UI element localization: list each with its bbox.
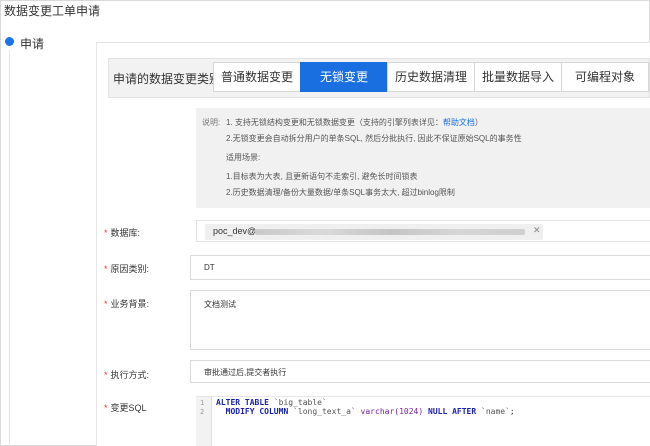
line-number: 1 (200, 399, 205, 407)
change-type-label: 申请的数据变更类别: (113, 72, 225, 86)
sql-keyword: NULL (428, 407, 448, 416)
exec-mode-label: * 执行方式: (104, 370, 150, 380)
database-tag: poc_dev@ ✕ (205, 224, 543, 240)
note-heading: 适用场景: (226, 153, 261, 162)
change-type-selector: 申请的数据变更类别: 普通数据变更 无锁变更 历史数据清理 批量数据导入 可编程… (108, 58, 650, 98)
database-tag-text: poc_dev@ (213, 226, 257, 236)
exec-mode-label-text: 执行方式: (110, 370, 150, 380)
sql-editor[interactable]: 1 2 ALTER TABLE `big_table` MODIFY COLUM… (196, 396, 650, 446)
step-label: 申请 (20, 37, 45, 51)
help-doc-link[interactable]: 帮助文档 (443, 118, 475, 127)
note-line-3: 1.目标表为大表, 且更新语句不走索引, 避免长时间锁表 (226, 172, 418, 181)
exec-mode-select[interactable]: 审批通过后,提交者执行 (190, 360, 650, 383)
sql-type: varchar(1024) (360, 407, 424, 416)
sql-label: * 变更SQL (104, 403, 147, 413)
note-line-2: 2.无锁变更会自动拆分用户的单条SQL, 然后分批执行, 因此不保证原始SQL的… (226, 134, 522, 143)
close-icon[interactable]: ✕ (533, 225, 541, 236)
tab-history-cleanup[interactable]: 历史数据清理 (387, 62, 475, 92)
form-panel (96, 42, 650, 446)
page-title: 数据变更工单申请 (4, 4, 101, 18)
sql-punctuation: ; (509, 407, 515, 416)
background-label: * 业务背景: (104, 299, 150, 309)
note-line-1: 1. 支持无锁结构变更和无锁数据变更（支持的引擎列表详见：帮助文档） (226, 117, 483, 128)
sql-line-1: ALTER TABLE `big_table` (216, 398, 327, 407)
note-line-4: 2.历史数据清理/备份大量数据/单条SQL事务太大, 超过binlog限制 (226, 188, 455, 197)
editor-gutter: 1 2 (196, 397, 212, 446)
sql-keyword: MODIFY COLUMN (225, 407, 289, 416)
sql-identifier: `name` (481, 407, 510, 416)
database-select[interactable]: poc_dev@ ✕ (196, 220, 650, 242)
note-line-1-text: 1. 支持无锁结构变更和无锁数据变更（支持的引擎列表详见： (226, 118, 443, 127)
step-connector-line (9, 50, 10, 446)
reason-label: * 原因类别: (104, 264, 150, 274)
tab-lockless-change[interactable]: 无锁变更 (300, 62, 388, 92)
sql-identifier: `big_table` (273, 398, 327, 407)
sql-keyword: AFTER (452, 407, 477, 416)
change-type-tabs: 普通数据变更 无锁变更 历史数据清理 批量数据导入 可编程对象 (213, 62, 649, 92)
database-label-text: 数据库: (110, 228, 141, 238)
reason-input[interactable]: DT (190, 255, 650, 280)
database-label: * 数据库: (104, 228, 141, 238)
exec-mode-value: 审批通过后,提交者执行 (204, 368, 287, 377)
tab-normal-change[interactable]: 普通数据变更 (213, 62, 301, 92)
note-line-1-end: ） (474, 118, 483, 127)
sql-keyword: ALTER TABLE (216, 398, 269, 407)
tab-programmable-object[interactable]: 可编程对象 (561, 62, 649, 92)
sql-label-text: 变更SQL (110, 403, 147, 413)
background-label-text: 业务背景: (110, 299, 150, 309)
info-note: 说明: 1. 支持无锁结构变更和无锁数据变更（支持的引擎列表详见：帮助文档） 2… (196, 108, 650, 208)
note-prefix: 说明: (202, 118, 221, 127)
sql-line-2: MODIFY COLUMN `long_text_a` varchar(1024… (216, 407, 515, 416)
sql-identifier: `long_text_a` (293, 407, 356, 416)
tab-bulk-import[interactable]: 批量数据导入 (474, 62, 562, 92)
background-textarea[interactable]: 文档测试 (190, 290, 650, 350)
reason-value: DT (204, 263, 215, 272)
reason-label-text: 原因类别: (110, 264, 150, 274)
background-value: 文档测试 (204, 300, 236, 309)
redacted-connection-string (255, 229, 525, 235)
step-indicator-dot (5, 37, 14, 46)
line-number: 2 (200, 408, 205, 416)
